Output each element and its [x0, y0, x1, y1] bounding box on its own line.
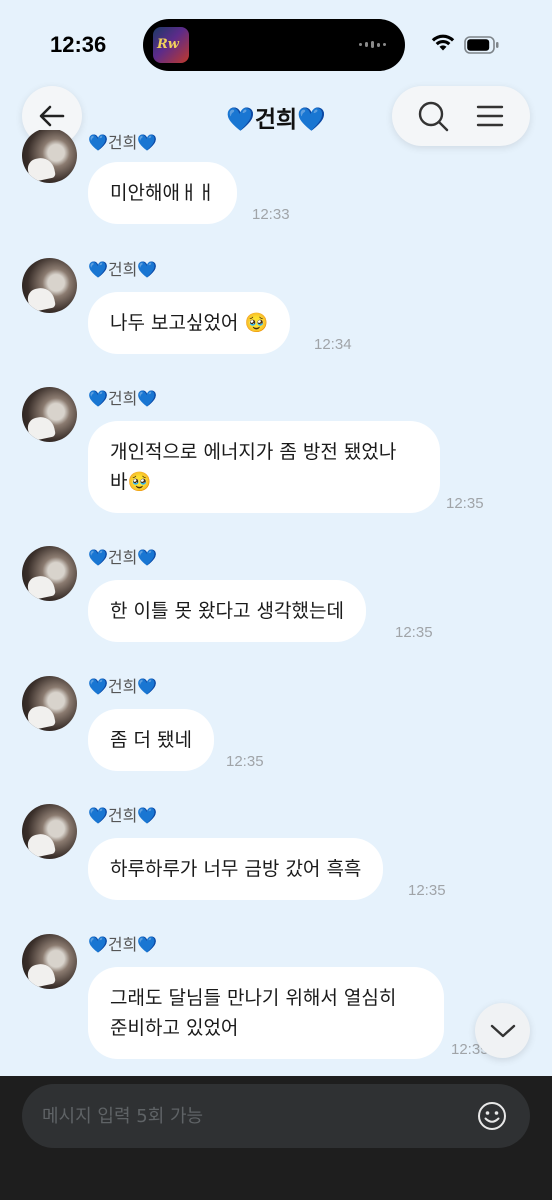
chevron-down-icon: [490, 1024, 515, 1037]
message-bubble[interactable]: 한 이틀 못 왔다고 생각했는데: [88, 580, 366, 642]
search-icon: [418, 101, 448, 132]
dynamic-island[interactable]: Rw: [143, 19, 405, 71]
audio-wave-icon: [359, 41, 386, 48]
avatar[interactable]: [22, 676, 77, 731]
avatar[interactable]: [22, 804, 77, 859]
sender-name: 💙건희💙: [88, 935, 158, 954]
scroll-to-bottom-button[interactable]: [475, 1003, 530, 1058]
sender-name: 💙건희💙: [88, 548, 158, 567]
message-bubble[interactable]: 미안해애ㅐㅐ: [88, 162, 237, 224]
message-bubble[interactable]: 개인적으로 에너지가 좀 방전 됐었나 바🥹: [88, 421, 440, 513]
message-time: 12:34: [314, 336, 352, 353]
message-time: 12:35: [395, 624, 433, 641]
smiley-icon: [478, 1102, 506, 1130]
avatar[interactable]: [22, 130, 77, 183]
message-bubble[interactable]: 좀 더 됐네: [88, 709, 214, 771]
music-app-icon[interactable]: Rw: [153, 27, 189, 63]
sender-name: 💙건희💙: [88, 260, 158, 279]
message-time: 12:35: [446, 495, 484, 512]
emoji-button[interactable]: [474, 1098, 510, 1134]
message-bubble[interactable]: 하루하루가 너무 금방 갔어 흑흑: [88, 838, 384, 900]
avatar[interactable]: [22, 258, 77, 313]
avatar[interactable]: [22, 934, 77, 989]
message-time: 12:33: [252, 206, 290, 223]
message-composer: [0, 1076, 552, 1200]
sender-name: 💙건희💙: [88, 677, 158, 696]
status-time: 12:36: [50, 32, 107, 57]
message-bubble[interactable]: 그래도 달님들 만나기 위해서 열심히 준비하고 있었어: [88, 967, 444, 1059]
avatar[interactable]: [22, 387, 77, 442]
avatar[interactable]: [22, 546, 77, 601]
sender-name: 💙건희💙: [88, 389, 158, 408]
message-bubble[interactable]: 나두 보고싶었어 🥹: [88, 292, 291, 354]
message-time: 12:35: [226, 753, 264, 770]
sender-name: 💙건희💙: [88, 806, 158, 825]
battery-icon: [464, 36, 499, 54]
menu-icon: [476, 105, 503, 127]
message-input[interactable]: [42, 1105, 474, 1127]
message-input-container: [22, 1084, 530, 1148]
message-list[interactable]: 💙건희💙 미안해애ㅐㅐ 12:33 💙건희💙 나두 보고싶었어 🥹 12:34 …: [0, 130, 552, 1076]
message-time: 12:35: [408, 882, 446, 899]
status-bar: 12:36 Rw: [0, 0, 552, 84]
wifi-icon: [431, 34, 455, 51]
sender-name: 💙건희💙: [88, 133, 158, 152]
